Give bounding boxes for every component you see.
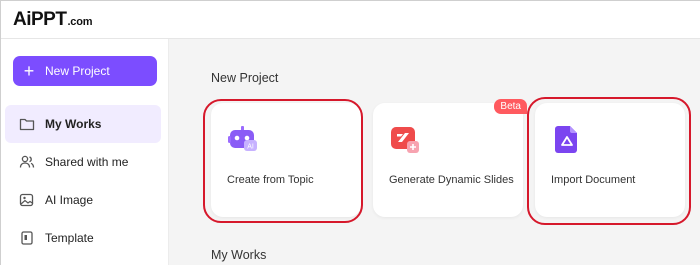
image-icon xyxy=(19,192,35,208)
sidebar-item-shared-with-me[interactable]: Shared with me xyxy=(5,143,161,181)
sidebar-item-label: Shared with me xyxy=(45,155,129,169)
sidebar-item-label: Template xyxy=(45,231,94,245)
logo-domain: .com xyxy=(67,16,93,28)
card-generate-dynamic-slides[interactable]: Beta Generate Dynamic Slides xyxy=(373,99,527,217)
svg-text:AI: AI xyxy=(247,144,254,151)
card-label: Import Document xyxy=(551,174,636,186)
card-label: Generate Dynamic Slides xyxy=(389,174,514,186)
sidebar-item-label: My Works xyxy=(45,117,102,131)
sidebar-item-label: AI Image xyxy=(45,193,94,207)
sidebar: + New Project My Works Shared with me AI… xyxy=(1,39,169,265)
sidebar-item-ai-image[interactable]: AI Image xyxy=(5,181,161,219)
new-project-label: New Project xyxy=(45,64,110,78)
card-create-from-topic[interactable]: AI Create from Topic xyxy=(211,103,361,217)
aippt-logo[interactable]: AiPPT .com xyxy=(13,9,93,31)
logo-text: AiPPT xyxy=(13,9,67,30)
card-import-document[interactable]: Import Document xyxy=(535,103,685,217)
dynamic-slides-icon xyxy=(389,123,421,155)
new-project-heading: New Project xyxy=(211,71,279,85)
plus-icon: + xyxy=(23,61,35,81)
robot-icon: AI xyxy=(227,123,259,155)
top-bar: AiPPT .com xyxy=(1,1,700,39)
new-project-button[interactable]: + New Project xyxy=(13,56,157,86)
template-icon xyxy=(19,230,35,246)
main-area: New Project AI Create from Topic Beta Ge… xyxy=(169,39,700,265)
sidebar-item-my-works[interactable]: My Works xyxy=(5,105,161,143)
folder-icon xyxy=(19,116,35,132)
beta-badge: Beta xyxy=(494,99,527,114)
app-frame: AiPPT .com + New Project My Works Shared… xyxy=(0,0,700,265)
my-works-heading: My Works xyxy=(211,248,267,262)
document-icon xyxy=(551,123,583,155)
users-icon xyxy=(19,154,35,170)
card-label: Create from Topic xyxy=(227,174,314,186)
sidebar-item-template[interactable]: Template xyxy=(5,219,161,257)
